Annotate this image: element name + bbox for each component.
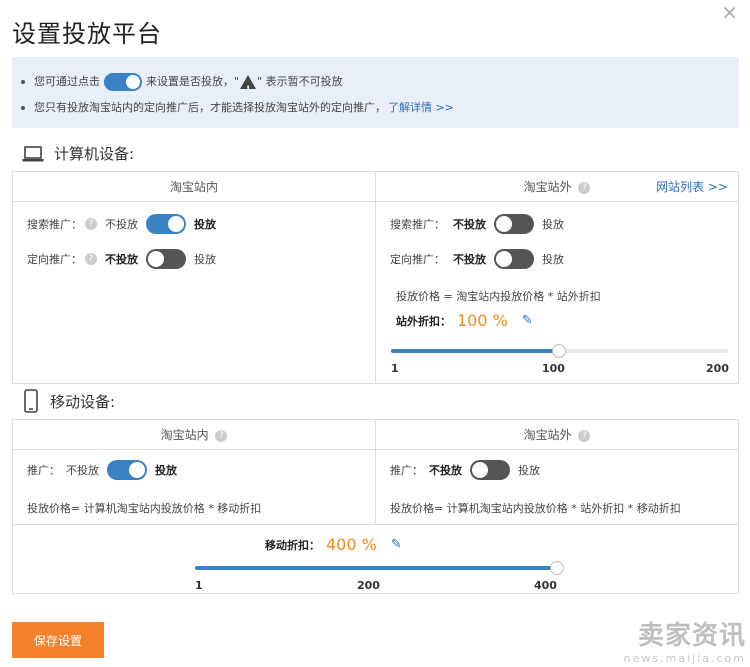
warning-icon: ! (240, 75, 257, 95)
mobile-inside-promo-row: 推广： 不投放 投放 (27, 460, 177, 480)
on-label: 投放 (194, 218, 216, 231)
computer-outside-target-row: 定向推广： 不投放 投放 (390, 249, 564, 269)
notice-line1-suffix: " 表示暂不可投放 (257, 75, 343, 88)
pencil-icon[interactable]: ✎ (391, 537, 402, 552)
help-icon[interactable]: ? (85, 218, 97, 230)
close-icon[interactable]: × (721, 0, 738, 24)
off-label: 不投放 (105, 218, 138, 231)
notice-line-1: 您可通过点击 来设置是否投放，" ! " 表示暂不可投放 (21, 69, 739, 95)
search-promo-label: 搜索推广： (390, 218, 445, 231)
computer-outside-column: 淘宝站外 ? 网站列表 >> 搜索推广： 不投放 投放 定向推广： 不投放 投放… (376, 172, 738, 383)
notice-line1-mid: 来设置是否投放，" (146, 75, 240, 88)
toggle-example-icon (104, 73, 142, 91)
slider-tick: 1 (391, 362, 399, 375)
computer-outside-header: 淘宝站外 ? 网站列表 >> (376, 172, 738, 202)
off-label: 不投放 (453, 218, 486, 231)
slider-fill (391, 349, 559, 353)
mobile-inside-column: 淘宝站内 ? 推广： 不投放 投放 投放价格= 计算机淘宝站内投放价格 * 移动… (13, 420, 376, 524)
discount-value[interactable]: 400 % (326, 535, 377, 554)
on-label: 投放 (542, 218, 564, 231)
learn-more-link[interactable]: 了解详情 >> (388, 95, 454, 121)
help-icon[interactable]: ? (578, 181, 591, 194)
discount-label: 移动折扣： (265, 538, 320, 552)
computer-inside-column: 淘宝站内 搜索推广： ? 不投放 投放 定向推广： ? 不投放 投放 (13, 172, 376, 383)
mobile-outside-header-text: 淘宝站外 (523, 428, 572, 442)
mobile-inside-header-text: 淘宝站内 (160, 428, 209, 442)
slider-fill (195, 566, 557, 570)
computer-inside-target-toggle[interactable] (146, 249, 186, 269)
target-promo-label: 定向推广： (390, 253, 445, 266)
save-settings-button[interactable]: 保存设置 (12, 622, 104, 658)
notice-line2-text: 您只有投放淘宝站内的定向推广后，才能选择投放淘宝站外的定向推广， (34, 101, 386, 114)
price-formula: 投放价格= 计算机淘宝站内投放价格 * 站外折扣 * 移动折扣 (390, 502, 681, 515)
mobile-discount-row: 移动折扣： 400 % ✎ (265, 535, 402, 554)
computer-outside-header-text: 淘宝站外 (523, 180, 572, 194)
mobile-settings-box: 淘宝站内 ? 推广： 不投放 投放 投放价格= 计算机淘宝站内投放价格 * 移动… (12, 419, 739, 594)
computer-outside-search-row: 搜索推广： 不投放 投放 (390, 214, 564, 234)
notice-panel: 您可通过点击 来设置是否投放，" ! " 表示暂不可投放 您只有投放淘宝站内的定… (12, 57, 739, 128)
phone-icon (24, 389, 38, 413)
discount-label: 站外折扣： (396, 314, 451, 328)
pencil-icon[interactable]: ✎ (522, 313, 533, 328)
outside-discount-slider[interactable] (391, 344, 728, 358)
slider-tick: 1 (195, 579, 203, 592)
search-promo-label: 搜索推广： (27, 218, 82, 231)
off-label: 不投放 (453, 253, 486, 266)
computer-section-heading: 计算机设备: (22, 143, 134, 164)
watermark-text: 卖家资讯 (637, 621, 746, 651)
mobile-discount-area: 移动折扣： 400 % ✎ 1 200 400 (13, 524, 738, 594)
computer-settings-box: 淘宝站内 搜索推广： ? 不投放 投放 定向推广： ? 不投放 投放 淘宝站外 … (12, 171, 739, 384)
off-label: 不投放 (429, 464, 462, 477)
computer-inside-target-row: 定向推广： ? 不投放 投放 (27, 249, 216, 269)
computer-inside-search-row: 搜索推广： ? 不投放 投放 (27, 214, 216, 234)
mobile-inside-header: 淘宝站内 ? (13, 420, 375, 450)
mobile-outside-formula: 投放价格= 计算机淘宝站内投放价格 * 站外折扣 * 移动折扣 (390, 500, 681, 516)
target-promo-label: 定向推广： (27, 253, 82, 266)
dialog-title: 设置投放平台 (12, 20, 162, 48)
slider-tick: 100 (542, 362, 565, 375)
computer-inside-header-text: 淘宝站内 (169, 180, 218, 194)
mobile-inside-promo-toggle[interactable] (107, 460, 147, 480)
mobile-section-heading: 移动设备: (22, 389, 115, 413)
slider-thumb[interactable] (550, 561, 564, 575)
discount-value[interactable]: 100 % (457, 311, 508, 330)
promo-label: 推广： (390, 464, 423, 477)
slider-tick: 400 (534, 579, 557, 592)
watermark: 卖家资讯 news.maijia.com (624, 615, 746, 665)
price-formula: 投放价格= 计算机淘宝站内投放价格 * 移动折扣 (27, 502, 262, 515)
computer-outside-discount-row: 站外折扣： 100 % ✎ (396, 311, 533, 330)
slider-tick: 200 (357, 579, 380, 592)
mobile-outside-promo-toggle[interactable] (470, 460, 510, 480)
computer-inside-search-toggle[interactable] (146, 214, 186, 234)
off-label: 不投放 (66, 464, 99, 477)
help-icon[interactable]: ? (85, 253, 97, 265)
promo-label: 推广： (27, 464, 60, 477)
slider-tick: 200 (706, 362, 729, 375)
computer-outside-formula: 投放价格 = 淘宝站内投放价格 * 站外折扣 (396, 288, 601, 304)
notice-line1-prefix: 您可通过点击 (34, 75, 100, 88)
slider-thumb[interactable] (551, 344, 566, 358)
mobile-heading-text: 移动设备: (50, 392, 116, 411)
laptop-icon (22, 145, 44, 161)
site-list-link[interactable]: 网站列表 >> (656, 172, 728, 202)
computer-outside-target-toggle[interactable] (494, 249, 534, 269)
mobile-outside-promo-row: 推广： 不投放 投放 (390, 460, 540, 480)
computer-inside-header: 淘宝站内 (13, 172, 375, 202)
mobile-inside-formula: 投放价格= 计算机淘宝站内投放价格 * 移动折扣 (27, 500, 261, 516)
help-icon[interactable]: ? (578, 429, 591, 442)
price-formula: 投放价格 = 淘宝站内投放价格 * 站外折扣 (396, 290, 601, 303)
off-label: 不投放 (105, 253, 138, 266)
help-icon[interactable]: ? (215, 429, 228, 442)
on-label: 投放 (542, 253, 564, 266)
on-label: 投放 (194, 253, 216, 266)
computer-outside-search-toggle[interactable] (494, 214, 534, 234)
mobile-outside-header: 淘宝站外 ? (376, 420, 738, 450)
on-label: 投放 (518, 464, 540, 477)
mobile-discount-slider[interactable] (195, 561, 564, 575)
watermark-url: news.maijia.com (623, 652, 746, 665)
notice-line-2: 您只有投放淘宝站内的定向推广后，才能选择投放淘宝站外的定向推广， 了解详情 >> (21, 95, 739, 121)
mobile-outside-column: 淘宝站外 ? 推广： 不投放 投放 投放价格= 计算机淘宝站内投放价格 * 站外… (376, 420, 738, 524)
on-label: 投放 (155, 464, 177, 477)
computer-heading-text: 计算机设备: (54, 145, 135, 163)
